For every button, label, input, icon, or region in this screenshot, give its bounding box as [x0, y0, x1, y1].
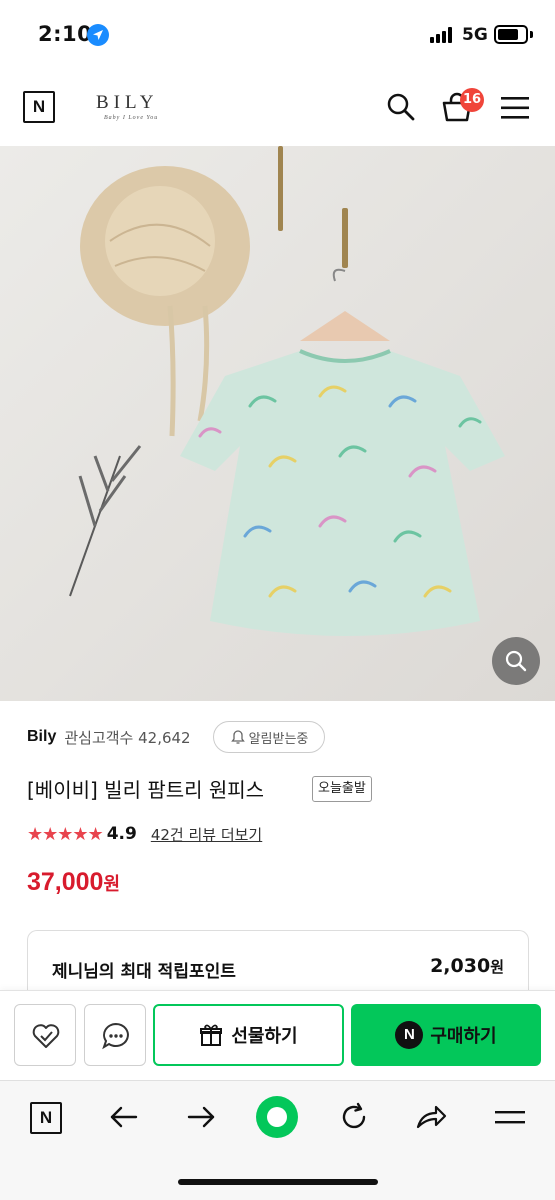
menu-icon[interactable]: [500, 95, 530, 121]
seller-row: Bily 관심고객수 42,642: [27, 722, 191, 752]
buy-button[interactable]: N 구매하기: [351, 1004, 541, 1066]
brand-logo[interactable]: BILY: [96, 92, 158, 114]
n-home-icon[interactable]: N: [30, 1102, 62, 1134]
naver-home-button[interactable]: N: [23, 91, 55, 123]
npay-icon: N: [395, 1021, 424, 1049]
share-icon[interactable]: [414, 1101, 448, 1133]
price-unit: 원: [103, 874, 121, 895]
product-title: [베이비] 빌리 팜트리 원피스: [27, 778, 265, 802]
location-arrow-icon: [87, 24, 109, 46]
rating-stars: ★★★★★: [27, 823, 104, 845]
followers-count: 관심고객수 42,642: [64, 728, 191, 747]
chat-icon: [102, 1022, 129, 1050]
product-image[interactable]: [0, 146, 555, 701]
heart-check-icon: [32, 1024, 60, 1048]
battery-icon: [494, 25, 528, 44]
menu-icon[interactable]: [494, 1105, 526, 1131]
price: 37,000원: [27, 868, 120, 897]
price-value: 37,000: [27, 868, 104, 896]
home-indicator: [178, 1179, 378, 1185]
review-link[interactable]: 42건 리뷰 더보기: [151, 824, 262, 845]
zoom-search-icon: [505, 650, 527, 672]
product-photo: [0, 146, 555, 701]
notify-label: 알림받는중: [248, 731, 309, 747]
refresh-icon[interactable]: [338, 1101, 370, 1133]
buy-label: 구매하기: [430, 1026, 497, 1047]
rating-row: ★★★★★ 4.9 42건 리뷰 더보기: [27, 822, 262, 846]
signal-icon: [430, 27, 456, 43]
gift-label: 선물하기: [231, 1026, 298, 1047]
back-arrow-icon[interactable]: [108, 1101, 140, 1133]
status-time: 2:10: [38, 22, 93, 46]
status-bar: 2:10 5G: [0, 0, 555, 70]
gift-button[interactable]: 선물하기: [153, 1004, 344, 1066]
wishlist-button[interactable]: [14, 1004, 76, 1066]
points-label: 제니님의 최대 적립포인트: [52, 962, 236, 982]
zoom-button[interactable]: [492, 637, 540, 685]
gift-icon: [200, 1024, 223, 1046]
bell-check-icon: [230, 730, 245, 744]
network-label: 5G: [462, 25, 488, 45]
same-day-badge: 오늘출발: [312, 776, 372, 802]
rating-value: 4.9: [106, 824, 137, 844]
points-value: 2,030원: [430, 955, 504, 977]
notify-button[interactable]: 알림받는중: [213, 721, 325, 753]
brand-tagline: Baby I Love You: [104, 115, 159, 121]
chat-button[interactable]: [84, 1004, 146, 1066]
seller-name[interactable]: Bily: [27, 728, 56, 746]
cart-count-badge: 16: [460, 88, 484, 112]
green-dot-icon[interactable]: [256, 1096, 298, 1138]
forward-arrow-icon[interactable]: [185, 1101, 217, 1133]
search-icon[interactable]: [386, 92, 416, 122]
